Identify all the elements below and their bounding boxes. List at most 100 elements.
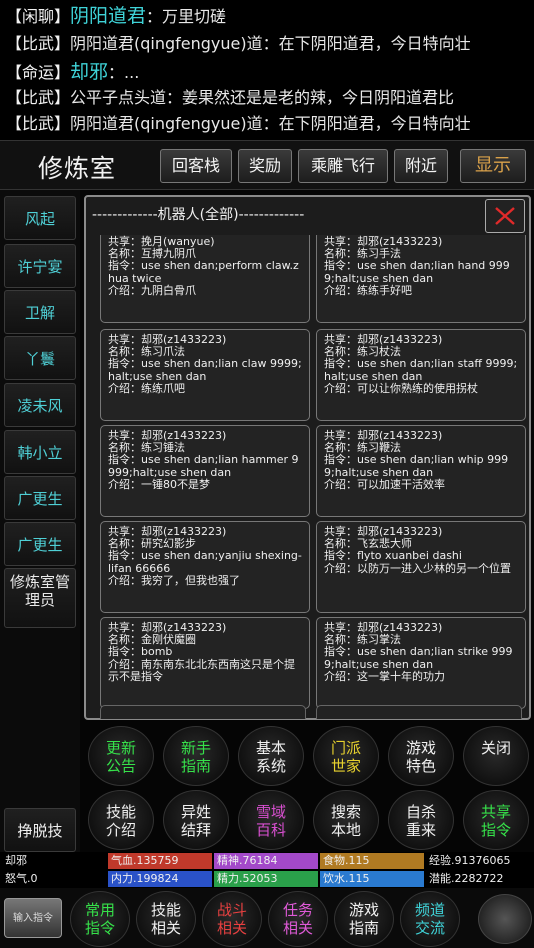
command-card[interactable]: 共享：却邪(z1433223) 名称：练习鞭法 指令：use shen dan;… — [316, 425, 526, 517]
channel-chat-button[interactable]: 频道 交流 — [400, 891, 460, 947]
next-cards-peek — [100, 705, 522, 719]
skill-intro-button[interactable]: 技能 介绍 — [88, 790, 154, 850]
card-edge — [100, 705, 306, 719]
stat-jingyan: 经验.91376065 — [429, 854, 511, 867]
command-card[interactable]: 共享：却邪(z1433223) 名称：金刚伏魔圈 指令：bomb 介绍：南东南东… — [100, 617, 310, 709]
common-commands-button[interactable]: 常用 指令 — [70, 891, 130, 947]
command-card[interactable]: 共享：却邪(z1433223) 名称：练习锤法 指令：use shen dan;… — [100, 425, 310, 517]
command-card[interactable]: 共享：却邪(z1433223) 名称：研究幻影步 指令：use shen dan… — [100, 521, 310, 613]
sidebar-item-npc[interactable]: 广更生 — [4, 522, 76, 566]
sect-family-button[interactable]: 门派 世家 — [313, 726, 379, 786]
chat-line: 【命运】却邪：... — [6, 58, 139, 86]
sidebar-item-npc[interactable]: 韩小立 — [4, 430, 76, 474]
card-command: 指令：use shen dan;lian staff 9999;halt;use… — [324, 357, 518, 383]
command-card[interactable]: 共享：却邪(z1433223) 名称：飞玄悲大师 指令：flyto xuanbe… — [316, 521, 526, 613]
bottom-toolbar: 输入指令 常用 指令 技能 相关 战斗 相关 任务 相关 游戏 指南 频道 交流 — [0, 888, 534, 948]
sidebar-item-npc[interactable]: 风起 — [4, 196, 76, 240]
close-button[interactable] — [485, 199, 525, 233]
room-title: 修炼室 — [38, 154, 117, 183]
chat-channel: 【命运】 — [6, 63, 71, 82]
card-command: 指令：use shen dan;lian claw 9999;halt;use … — [108, 357, 302, 383]
nearby-button[interactable]: 附近 — [394, 149, 448, 183]
stat-qixue: 气血.135759 — [108, 853, 212, 869]
command-card[interactable]: 共享：挽月(wanyue) 名称：互搏九阴爪 指令：use shen dan;p… — [100, 235, 310, 323]
card-description: 介绍：可以让你熟练的使用拐杖 — [324, 381, 478, 395]
eagle-flight-button[interactable]: 乘雕飞行 — [298, 149, 388, 183]
chat-line: 【比武】阴阳道君(qingfengyue)道：在下阴阳道君，今日特向壮 — [6, 30, 471, 58]
chat-separator: ： — [108, 63, 125, 82]
chat-channel: 【比武】 — [6, 88, 71, 107]
stat-nuqi: 怒气.0 — [5, 872, 38, 885]
card-description: 介绍：一锤80不是梦 — [108, 477, 210, 491]
return-inn-button[interactable]: 回客栈 — [160, 149, 232, 183]
basic-system-button[interactable]: 基本 系统 — [238, 726, 304, 786]
chat-text: 阴阳道君(qingfengyue)道：在下阴阳道君，今日特向壮 — [70, 34, 471, 53]
chat-speaker[interactable]: 却邪 — [70, 61, 108, 83]
emblem-icon[interactable] — [478, 894, 532, 944]
close-menu-button[interactable]: 关闭 — [463, 726, 529, 786]
card-command: 指令：bomb — [108, 645, 173, 659]
player-name: 却邪 — [5, 854, 27, 867]
suicide-restart-button[interactable]: 自杀 重来 — [388, 790, 454, 850]
sidebar-item-npc[interactable]: 广更生 — [4, 476, 76, 520]
player-stats: 却邪 气血.135759 精神.76184 食物.115 经验.91376065… — [0, 852, 534, 888]
command-card[interactable]: 共享：却邪(z1433223) 名称：练习爪法 指令：use shen dan;… — [100, 329, 310, 421]
game-features-button[interactable]: 游戏 特色 — [388, 726, 454, 786]
card-command: 指令：use shen dan;yanjiu shexing-lifan 666… — [108, 549, 302, 575]
chat-log: 【闲聊】阴阳道君：万里切磋 【比武】阴阳道君(qingfengyue)道：在下阴… — [0, 0, 534, 140]
chat-separator: ： — [146, 7, 163, 26]
search-local-button[interactable]: 搜索 本地 — [313, 790, 379, 850]
chat-channel: 【比武】 — [6, 114, 71, 133]
game-guide-button[interactable]: 游戏 指南 — [334, 891, 394, 947]
card-command: 指令：use shen dan;lian whip 9999;halt;use … — [324, 453, 509, 479]
stat-yinshui: 饮水.115 — [320, 871, 424, 887]
chat-text: 公平子点头道：姜果然还是是老的辣，今日阴阳道君比 — [70, 88, 455, 107]
robot-commands-modal: -------------机器人(全部)------------- 共享：挽月(… — [84, 195, 531, 720]
sworn-brothers-button[interactable]: 异姓 结拜 — [163, 790, 229, 850]
stat-jingshen: 精神.76184 — [214, 853, 318, 869]
sidebar-item-npc[interactable]: 卫解 — [4, 290, 76, 334]
command-card[interactable]: 共享：却邪(z1433223) 名称：练习杖法 指令：use shen dan;… — [316, 329, 526, 421]
shared-commands-button[interactable]: 共享 指令 — [463, 790, 529, 850]
command-card[interactable]: 共享：却邪(z1433223) 名称：练习掌法 指令：use shen dan;… — [316, 617, 526, 709]
card-description: 介绍：练练爪吧 — [108, 381, 185, 395]
command-card[interactable]: 共享：却邪(z1433223) 名称：练习手法 指令：use shen dan;… — [316, 235, 526, 323]
show-button[interactable]: 显示 — [460, 149, 526, 183]
combat-related-button[interactable]: 战斗 相关 — [202, 891, 262, 947]
reward-button[interactable]: 奖励 — [238, 149, 292, 183]
command-card-list: 共享：挽月(wanyue) 名称：互搏九阴爪 指令：use shen dan;p… — [100, 235, 528, 713]
card-description: 介绍：这一掌十年的功力 — [324, 669, 445, 683]
card-edge — [316, 705, 522, 719]
card-description: 介绍：我穷了，但我也强了 — [108, 573, 240, 587]
sidebar-item-npc[interactable]: 凌未风 — [4, 383, 76, 427]
chat-line: 【比武】阴阳道君(qingfengyue)道：在下阴阳道君，今日特向壮 — [6, 110, 471, 138]
card-description: 介绍：以防万一进入少林的另一个位置 — [324, 561, 511, 575]
skills-related-button[interactable]: 技能 相关 — [136, 891, 196, 947]
game-menu-grid: 更新 公告 新手 指南 基本 系统 门派 世家 游戏 特色 关闭 技能 介绍 异姓 结拜 雪域… — [80, 722, 534, 852]
snow-wiki-button[interactable]: 雪域 百科 — [238, 790, 304, 850]
room-header: 修炼室 回客栈 奖励 乘雕飞行 附近 显示 — [0, 140, 534, 190]
update-notice-button[interactable]: 更新 公告 — [88, 726, 154, 786]
npc-sidebar: 风起 许宁宴 卫解 丫鬟 凌未风 韩小立 广更生 广更生 修炼室管 理员 挣脱技 — [0, 190, 80, 854]
sidebar-item-npc[interactable]: 丫鬟 — [4, 336, 76, 380]
card-command: 指令：use shen dan;lian hammer 9999;halt;us… — [108, 453, 299, 479]
stat-neili: 内力.199824 — [108, 871, 212, 887]
close-icon — [495, 207, 515, 225]
sidebar-item-npc[interactable]: 修炼室管 理员 — [4, 568, 76, 628]
quest-related-button[interactable]: 任务 相关 — [268, 891, 328, 947]
chat-text: 万里切磋 — [162, 7, 227, 26]
chat-text: 阴阳道君(qingfengyue)道：在下阴阳道君，今日特向壮 — [70, 114, 471, 133]
card-description: 介绍：可以加速干活效率 — [324, 477, 445, 491]
card-command: 指令：use shen dan;lian strike 9999;halt;us… — [324, 645, 513, 671]
card-command: 指令：use shen dan;lian hand 9999;halt;use … — [324, 259, 510, 285]
beginner-guide-button[interactable]: 新手 指南 — [163, 726, 229, 786]
sidebar-item-npc[interactable]: 许宁宴 — [4, 244, 76, 288]
stat-qianneng: 潜能.2282722 — [429, 872, 504, 885]
chat-line: 【比武】公平子点头道：姜果然还是是老的辣，今日阴阳道君比 — [6, 84, 454, 112]
escape-skill-button[interactable]: 挣脱技 — [4, 808, 76, 852]
card-command: 指令：use shen dan;perform claw.zhua twice — [108, 259, 299, 285]
command-input-button[interactable]: 输入指令 — [4, 898, 62, 938]
chat-speaker[interactable]: 阴阳道君 — [70, 5, 146, 27]
chat-line: 【闲聊】阴阳道君：万里切磋 — [6, 2, 226, 30]
stat-jingli: 精力.52053 — [214, 871, 318, 887]
